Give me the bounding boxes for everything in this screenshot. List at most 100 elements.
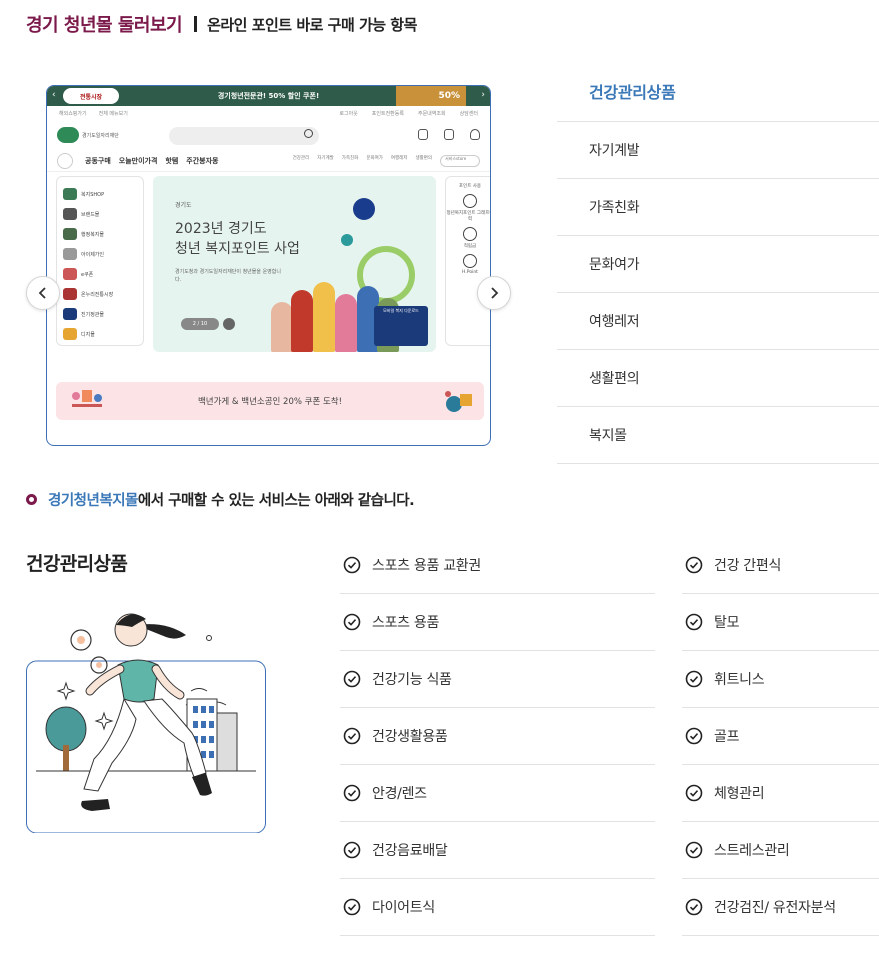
carousel-next-button[interactable] [477, 276, 511, 310]
gnb-sub-item: 문화여가 [366, 155, 383, 161]
list-item-label: 스포츠 용품 교환권 [372, 558, 481, 574]
left-menu-item: 진기정관몰 [63, 305, 137, 323]
mall-topbar: ‹ 전통시장 경기청년전문관! 50% 할인 쿠폰! 50% › [47, 86, 490, 106]
list-item-label: 건강기능 식품 [372, 672, 452, 688]
util-link: 해외쇼핑가기 [59, 110, 87, 117]
mall-coupon-strip: 백년가게 & 백년소공인 20% 쿠폰 도착! [56, 382, 484, 420]
coupon-icon [418, 129, 428, 140]
topbar-next-icon: › [481, 90, 485, 100]
list-item-label: 다이어트식 [372, 900, 435, 916]
kids-icon [63, 248, 77, 260]
list-item: 스포츠 용품 교환권 [340, 537, 655, 594]
category-welfare-mall[interactable]: 복지몰 [557, 407, 879, 464]
item-list-column-2: 건강 간편식 탈모 휘트니스 골프 체형관리 스트레스관리 건강검진/ 유전자분… [682, 537, 879, 936]
mall-topbar-badge: 50% [396, 86, 466, 106]
gnb-sub-item: 여행레저 [390, 155, 408, 161]
check-circle-icon [685, 613, 703, 631]
brand-icon [63, 208, 77, 220]
check-circle-icon [343, 670, 361, 688]
mall-util-bar: 해외쇼핑가기 전체 메뉴보기 로그아웃 포인트전환등록 주문내역조회 상담센터 [47, 106, 490, 120]
check-circle-icon [343, 556, 361, 574]
list-item: 건강 간편식 [682, 537, 879, 594]
page-title: 경기 청년몰 둘러보기 온라인 포인트 바로 구매 가능 항목 [26, 10, 417, 38]
list-item: 스포츠 용품 [340, 594, 655, 651]
mall-gnb: 공동구매 오늘만이가격 핫템 주간봉자몽 건강관리 자기계발 가족친화 문화여가… [47, 150, 490, 172]
point-icon [463, 194, 477, 208]
title-divider [194, 16, 198, 32]
banner-headline-2: 청년 복지포인트 사업 [175, 241, 300, 257]
list-item-label: 건강생활용품 [372, 729, 448, 745]
chevron-right-icon [491, 287, 499, 299]
right-menu-item: H.Point [462, 270, 478, 275]
list-item-label: 골프 [714, 729, 740, 745]
check-circle-icon [343, 727, 361, 745]
mall-brand-text: 경기도일자리재단 [82, 132, 119, 139]
digital-icon [63, 328, 77, 340]
mall-search-input [169, 127, 319, 145]
list-item-label: 휘트니스 [714, 672, 765, 688]
category-travel[interactable]: 여행레저 [557, 293, 879, 350]
search-icon [304, 129, 313, 138]
mall-body: 복지SHOP 브랜드몰 행정복지몰 아이제가인 e쿠폰 온누리전통시장 진기정관… [47, 172, 490, 372]
mall-main-banner: 경기도 2023년 경기도 청년 복지포인트 사업 경기도청과 경기도일자리재단… [153, 176, 436, 352]
chevron-left-icon [38, 287, 46, 299]
list-item-label: 안경/렌즈 [372, 786, 427, 802]
check-circle-icon [685, 784, 703, 802]
category-self-development[interactable]: 자기계발 [557, 122, 879, 179]
list-item-label: 스트레스관리 [714, 843, 790, 859]
list-item: 건강기능 식품 [340, 651, 655, 708]
list-item: 건강음료배달 [340, 822, 655, 879]
mall-icon [63, 308, 77, 320]
right-menu-title: 포인트 사용 [458, 184, 482, 189]
page-title-main: 경기 청년몰 둘러보기 [26, 15, 183, 36]
left-menu-item: 복지SHOP [63, 185, 137, 203]
util-link: 전체 메뉴보기 [98, 110, 128, 117]
decor-circle-blue [353, 198, 375, 220]
gnb-item: 주간봉자몽 [186, 156, 219, 165]
gnb-item: 공동구매 [85, 156, 111, 165]
category-culture[interactable]: 문화여가 [557, 236, 879, 293]
mall-screenshot: ‹ 전통시장 경기청년전문관! 50% 할인 쿠폰! 50% › 해외쇼핑가기 … [46, 85, 491, 446]
market-icon [63, 288, 77, 300]
list-item-label: 건강 간편식 [714, 558, 782, 574]
gnb-sub-item: 가족친화 [341, 155, 359, 161]
util-link: 로그아웃 [339, 110, 358, 117]
banner-pager: 2 / 10 [181, 318, 219, 330]
category-family[interactable]: 가족친화 [557, 179, 879, 236]
check-circle-icon [343, 784, 361, 802]
section-title: 건강관리상품 [26, 553, 128, 575]
coupon-strip-text: 백년가게 & 백년소공인 20% 쿠폰 도착! [197, 397, 343, 407]
left-menu-item: 행정복지몰 [63, 225, 137, 243]
intro-text: 에서 구매할 수 있는 서비스는 아래와 같습니다. [137, 493, 415, 509]
cart-icon [444, 129, 454, 140]
item-list-column-1: 스포츠 용품 교환권 스포츠 용품 건강기능 식품 건강생활용품 안경/렌즈 건… [340, 537, 655, 936]
gnb-select: 서비스store [440, 154, 480, 167]
category-health[interactable]: 건강관리상품 [557, 60, 879, 122]
list-item-label: 건강음료배달 [372, 843, 448, 859]
list-item: 휘트니스 [682, 651, 879, 708]
mall-left-menu: 복지SHOP 브랜드몰 행정복지몰 아이제가인 e쿠폰 온누리전통시장 진기정관… [56, 176, 144, 346]
list-item: 건강생활용품 [340, 708, 655, 765]
shop-icon [63, 188, 77, 200]
list-item-label: 체형관리 [714, 786, 765, 802]
list-item-label: 건강검진/ 유전자분석 [714, 900, 836, 916]
banner-tag: 경기도 [175, 202, 192, 209]
user-icon [470, 129, 480, 140]
left-menu-item: 디지몰 [63, 325, 137, 343]
category-convenience[interactable]: 생활편의 [557, 350, 879, 407]
qr-code-box: 모바일 복지 다운로드 [374, 306, 428, 346]
mall-brand-logo-icon [57, 127, 79, 143]
util-link: 포인트전환등록 [371, 110, 404, 117]
left-menu-item: 온누리전통시장 [63, 285, 137, 303]
util-link: 상담센터 [459, 110, 478, 117]
list-item: 탈모 [682, 594, 879, 651]
category-menu: 건강관리상품 자기계발 가족친화 문화여가 여행레저 생활편의 복지몰 [557, 60, 879, 464]
list-item: 안경/렌즈 [340, 765, 655, 822]
util-link: 주문내역조회 [417, 110, 446, 117]
check-circle-icon [343, 613, 361, 631]
list-item: 스트레스관리 [682, 822, 879, 879]
right-menu-item: 청년복지포인트 그래프이력 [446, 211, 491, 222]
reserve-icon [463, 227, 477, 241]
intro-highlight: 경기청년복지몰 [48, 493, 138, 509]
carousel-prev-button[interactable] [26, 276, 60, 310]
